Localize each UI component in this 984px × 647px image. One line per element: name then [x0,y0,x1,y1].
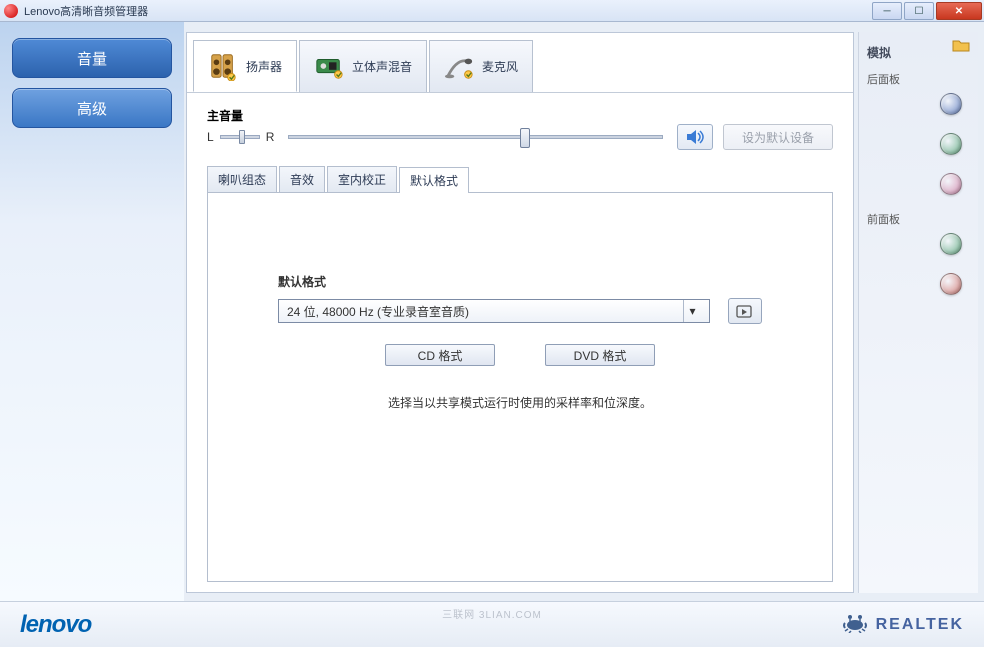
jack-front-pink[interactable] [940,273,962,295]
tab-stereo-mix[interactable]: 立体声混音 [299,40,427,92]
subtab-room-correction[interactable]: 室内校正 [327,166,397,192]
sidebar-item-volume[interactable]: 音量 [12,38,172,78]
jack-panel: 模拟 后面板 前面板 [858,32,978,593]
tab-stereo-mix-label: 立体声混音 [352,58,412,75]
title-bar: Lenovo高清晰音频管理器 ─ ☐ ✕ [0,0,984,22]
jack-back-blue[interactable] [940,93,962,115]
microphone-icon [444,52,474,82]
mute-button[interactable] [677,124,713,150]
back-panel-jacks [867,93,970,195]
tab-speaker-label: 扬声器 [246,58,282,75]
balance-control[interactable]: L R [207,130,274,144]
balance-left-label: L [207,130,214,144]
speaker-icon [208,51,238,81]
front-panel-label: 前面板 [867,211,970,227]
tab-microphone-label: 麦克风 [482,58,518,75]
cd-format-button[interactable]: CD 格式 [385,344,495,366]
folder-icon[interactable] [952,38,970,52]
window-controls: ─ ☐ ✕ [872,1,984,20]
device-tabs: 扬声器 立体声混音 麦克风 [187,33,853,93]
master-volume-label: 主音量 [207,107,833,124]
maximize-button[interactable]: ☐ [904,2,934,20]
close-button[interactable]: ✕ [936,2,982,20]
sound-icon [685,129,705,145]
chevron-down-icon: ▾ [683,300,701,322]
tab-microphone[interactable]: 麦克风 [429,40,533,92]
format-dropdown[interactable]: 24 位, 48000 Hz (专业录音室音质) ▾ [278,299,710,323]
lenovo-logo: lenovo [20,611,91,639]
main-panel: 扬声器 立体声混音 麦克风 主音量 L [186,32,854,593]
balance-right-label: R [266,130,275,144]
minimize-button[interactable]: ─ [872,2,902,20]
front-panel-jacks [867,233,970,295]
realtek-logo: REALTEK [842,611,964,638]
jack-back-green[interactable] [940,133,962,155]
jack-front-green[interactable] [940,233,962,255]
app-icon [4,4,18,18]
window-title: Lenovo高清晰音频管理器 [24,3,148,19]
watermark: 三联网 3LIAN.COM [442,606,542,621]
tab-speaker[interactable]: 扬声器 [193,40,297,92]
soundcard-icon [314,52,344,82]
sub-tab-bar: 喇叭组态 音效 室内校正 默认格式 [207,166,833,193]
back-panel-label: 后面板 [867,71,970,87]
test-play-button[interactable] [728,298,762,324]
set-default-button[interactable]: 设为默认设备 [723,124,833,150]
sidebar-item-advanced[interactable]: 高级 [12,88,172,128]
crab-icon [842,611,868,638]
sidebar: 音量 高级 [0,22,184,601]
default-format-title: 默认格式 [278,273,762,290]
default-format-panel: 默认格式 24 位, 48000 Hz (专业录音室音质) ▾ CD 格式 DV… [207,193,833,582]
realtek-text: REALTEK [876,616,964,634]
format-hint: 选择当以共享模式运行时使用的采样率和位深度。 [278,394,762,411]
jack-back-pink[interactable] [940,173,962,195]
master-volume-slider[interactable] [288,135,663,139]
balance-slider[interactable] [220,135,260,139]
subtab-speaker-config[interactable]: 喇叭组态 [207,166,277,192]
subtab-default-format[interactable]: 默认格式 [399,167,469,193]
format-dropdown-value: 24 位, 48000 Hz (专业录音室音质) [287,303,469,320]
subtab-sound-effects[interactable]: 音效 [279,166,325,192]
dvd-format-button[interactable]: DVD 格式 [545,344,655,366]
play-test-icon [736,303,754,319]
